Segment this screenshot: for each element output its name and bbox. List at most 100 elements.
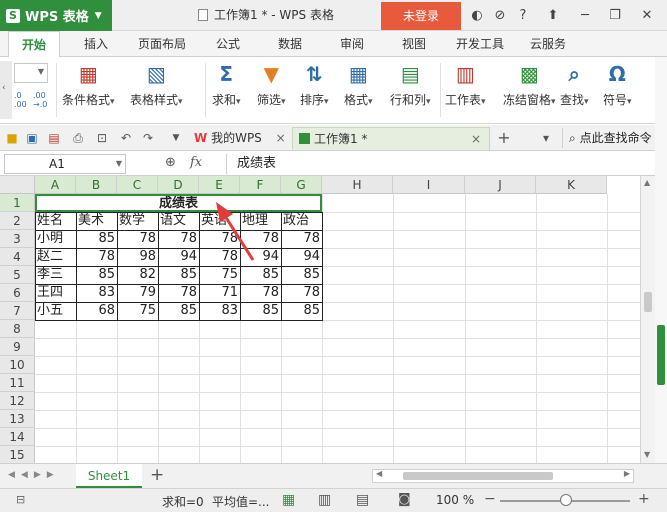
zoom-out-icon[interactable]: − [484, 491, 496, 507]
ribbon-button-label: 行和列▾ [390, 93, 431, 107]
ribbon-button-rows-columns[interactable]: ▤ 行和列▾ [390, 61, 431, 108]
decrease-decimal-button[interactable]: .00 →.0 [33, 91, 53, 109]
minimize-icon[interactable]: ─ [574, 5, 596, 26]
ribbon-button-format[interactable]: ▦ 格式▾ [344, 61, 373, 108]
ribbon-button-table-style[interactable]: ▧ 表格样式▾ [130, 61, 183, 108]
rows-columns-icon: ▤ [400, 62, 420, 86]
vertical-scrollbar[interactable]: ▲ ▼ [640, 176, 655, 463]
font-size-dropdown[interactable]: ▼ [14, 63, 48, 83]
tab-home[interactable]: 开始 [8, 31, 60, 58]
side-panel-edge [655, 57, 667, 463]
ribbon-button-find[interactable]: ⌕ 查找▾ [560, 61, 589, 108]
horizontal-scrollbar[interactable]: ◀ ▶ [372, 469, 634, 483]
ribbon-button-label: 格式▾ [344, 93, 373, 107]
chevron-down-icon: ▾ [627, 97, 632, 107]
open-folder-icon[interactable]: ■ [4, 130, 20, 146]
ribbon-button-worksheet[interactable]: ▥ 工作表▾ [445, 61, 486, 108]
ribbon-divider [205, 63, 206, 117]
scroll-right-icon[interactable]: ▶ [624, 469, 630, 478]
ribbon-toolbar: ‹ ▼ .0 .00 .00 →.0 ▦ 条件格式▾ ▧ 表格样式▾ Σ 求和▾ ▼ 筛选▾ ⇅… [0, 57, 667, 124]
chevron-down-icon: ▾ [368, 97, 373, 107]
chevron-down-icon: ▾ [110, 97, 115, 107]
sheet-nav-arrows-icon[interactable]: ◀◀▶▶ [8, 470, 60, 480]
chevron-left-icon: ‹ [2, 83, 6, 93]
chevron-down-icon: ▾ [551, 97, 556, 107]
save-icon[interactable]: ▣ [24, 130, 40, 146]
redo-icon[interactable]: ↷ [140, 130, 156, 146]
worksheet-icon: ▥ [455, 62, 475, 86]
zoom-formula-icon[interactable]: ⊕ [165, 155, 176, 170]
sheet-tab-sheet1[interactable]: Sheet1 [76, 464, 142, 488]
new-tab-icon[interactable]: + [496, 130, 512, 146]
formula-bar: A1 ▼ ⊕ fx 成绩表 [0, 152, 667, 176]
restore-icon[interactable]: ❐ [604, 5, 626, 26]
upload-icon[interactable]: ⬆ [542, 5, 564, 26]
print-preview-icon[interactable]: ⊡ [94, 130, 110, 146]
tab-insert[interactable]: 插入 [72, 31, 120, 57]
zoom-in-icon[interactable]: + [638, 491, 650, 507]
tab-cloud[interactable]: 云服务 [520, 31, 576, 57]
undo-icon[interactable]: ↶ [118, 130, 134, 146]
zoom-slider[interactable] [500, 494, 630, 506]
ribbon-button-sort[interactable]: ⇅ 排序▾ [300, 61, 329, 108]
add-sheet-icon[interactable]: + [150, 465, 164, 485]
close-tab-icon[interactable]: × [276, 131, 286, 145]
share-icon[interactable]: ⊘ [489, 5, 511, 26]
ribbon-button-symbol[interactable]: Ω 符号▾ [603, 61, 632, 108]
increase-decimal-button[interactable]: .0 .00 [14, 91, 32, 109]
help-icon[interactable]: ? [512, 5, 534, 26]
doc-tab-workbook[interactable]: 工作簿1 * × [292, 127, 490, 150]
ribbon-button-conditional-format[interactable]: ▦ 条件格式▾ [62, 61, 115, 108]
window-title-text: 工作簿1 * - WPS 表格 [214, 8, 334, 22]
scroll-left-icon[interactable]: ◀ [376, 469, 382, 478]
close-icon[interactable]: ✕ [636, 5, 658, 26]
ribbon-button-label: 筛选▾ [257, 93, 286, 107]
ribbon-scroll-left[interactable]: ‹ [0, 61, 12, 119]
formula-input[interactable]: 成绩表 [226, 154, 656, 174]
skin-icon[interactable]: ◐ [466, 5, 488, 26]
chevron-down-icon: ▼ [115, 159, 122, 168]
ribbon-divider [56, 63, 57, 117]
ribbon-button-filter[interactable]: ▼ 筛选▾ [257, 61, 286, 108]
macro-icon[interactable]: ⊟ [16, 493, 25, 506]
chevron-down-icon: ▾ [584, 97, 589, 107]
app-menu-button[interactable]: S WPS 表格 ▼ [0, 0, 112, 31]
tab-review[interactable]: 审阅 [328, 31, 376, 57]
fx-icon[interactable]: fx [190, 155, 202, 170]
chevron-down-icon[interactable]: ▼ [168, 130, 184, 146]
ribbon-button-label: 排序▾ [300, 93, 329, 107]
side-panel-toggle[interactable] [657, 325, 665, 385]
scroll-down-icon[interactable]: ▼ [644, 450, 650, 459]
login-button[interactable]: 未登录 [381, 2, 461, 30]
tab-data[interactable]: 数据 [266, 31, 314, 57]
close-tab-icon[interactable]: × [471, 128, 481, 151]
page-layout-view-icon[interactable]: ▥ [318, 492, 331, 508]
sum-icon: Σ [219, 62, 234, 86]
normal-view-icon[interactable]: ▦ [282, 492, 295, 508]
ribbon-button-sum[interactable]: Σ 求和▾ [212, 61, 241, 108]
name-box[interactable]: A1 ▼ [4, 154, 126, 174]
tab-view[interactable]: 视图 [390, 31, 438, 57]
page-break-view-icon[interactable]: ▤ [356, 492, 369, 508]
zoom-level: 100 % [436, 493, 475, 507]
horizontal-scroll-thumb[interactable] [403, 472, 553, 480]
print-icon[interactable]: ⎙ [70, 130, 86, 146]
tab-page-layout[interactable]: 页面布局 [130, 31, 194, 57]
annotation-arrow-head [216, 202, 233, 222]
vertical-scroll-thumb[interactable] [644, 292, 652, 312]
zoom-slider-thumb[interactable] [560, 494, 572, 506]
ribbon-button-label: 工作表▾ [445, 93, 486, 107]
tab-developer[interactable]: 开发工具 [448, 31, 512, 57]
ribbon-button-label: 符号▾ [603, 93, 632, 107]
tab-list-icon[interactable]: ▾ [538, 130, 554, 146]
scroll-up-icon[interactable]: ▲ [644, 178, 650, 187]
export-pdf-icon[interactable]: ▤ [46, 130, 62, 146]
command-search[interactable]: ⌕ 点此查找命令 [562, 128, 662, 148]
tab-formula[interactable]: 公式 [204, 31, 252, 57]
sheet-doc-icon [299, 133, 310, 144]
spreadsheet-grid[interactable]: ABCDEFGHIJK 1 2 3 4 5 6 7 8 9 10 11 12 13 14 15 成绩表 姓名美… [0, 176, 655, 463]
annotation-arrow-shaft [223, 215, 255, 261]
eye-protection-icon[interactable]: ◙ [398, 492, 411, 507]
ribbon-button-freeze-panes[interactable]: ▩ 冻结窗格▾ [503, 61, 556, 108]
doc-tab-my-wps[interactable]: W 我的WPS × [188, 127, 292, 150]
